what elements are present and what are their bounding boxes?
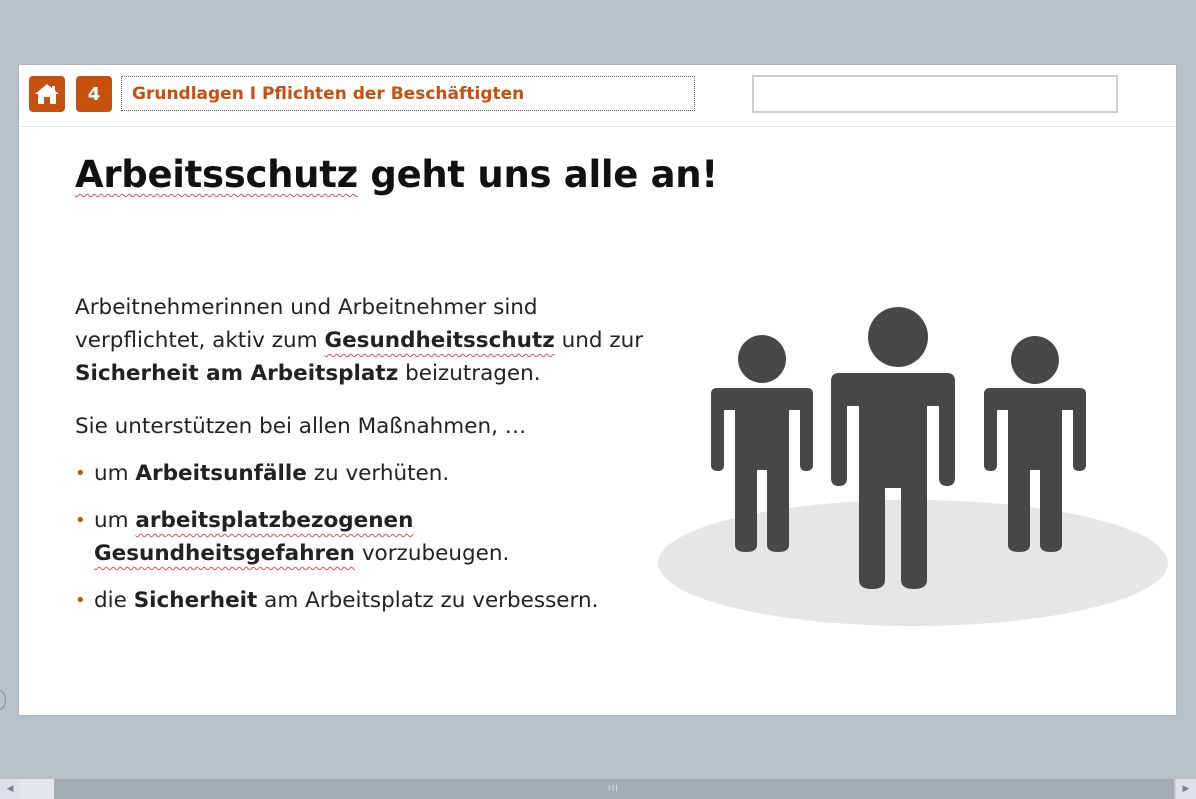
scrollbar-track[interactable] <box>20 779 54 799</box>
intro-text-2: und zur <box>554 328 644 353</box>
slide: 4 Grundlagen I Pflichten der Beschäftigt… <box>19 65 1176 715</box>
bullet-text-bold: Sicherheit <box>133 588 258 613</box>
bullet-icon: • <box>75 463 86 484</box>
list-item: • die Sicherheit am Arbeitsplatz zu verbe… <box>75 584 665 617</box>
home-icon <box>35 84 59 104</box>
bullet-list: • um Arbeitsunfälle zu verhüten. • um arbe… <box>75 457 665 617</box>
chapter-number-badge[interactable]: 4 <box>76 76 112 112</box>
list-item: • um arbeitsplatzbezogenen Gesundheitsgef… <box>75 504 665 570</box>
title-word-underlined: Arbeitsschutz <box>75 153 358 196</box>
chapter-title[interactable]: Grundlagen I Pflichten der Beschäftigten <box>121 76 695 111</box>
bullet-icon: • <box>75 590 86 611</box>
side-resize-handle[interactable] <box>0 690 6 710</box>
lead-paragraph: Sie unterstützen bei allen Maßnahmen, … <box>75 414 527 439</box>
horizontal-scrollbar[interactable]: ◀ III ▶ <box>0 779 1196 799</box>
intro-bold-2: Sicherheit am Arbeitsplatz <box>75 361 399 386</box>
list-item: • um Arbeitsunfälle zu verhüten. <box>75 457 665 490</box>
bullet-text-bold: Arbeitsunfälle <box>135 461 307 486</box>
bullet-text-pre: die <box>94 588 134 613</box>
search-input[interactable] <box>752 75 1118 113</box>
scroll-right-button[interactable]: ▶ <box>1176 779 1196 799</box>
intro-paragraph: Arbeitnehmerinnen und Arbeitnehmer sind … <box>75 291 665 390</box>
home-button[interactable] <box>29 76 65 112</box>
bullet-text-post: am Arbeitsplatz zu verbessern. <box>257 588 599 613</box>
bullet-text-post: zu verhüten. <box>306 461 450 486</box>
bullet-text-post: vorzubeugen. <box>355 541 510 566</box>
bullet-text-pre: um <box>94 461 136 486</box>
three-people-icon <box>658 307 1168 626</box>
title-rest: geht uns alle an! <box>357 153 718 196</box>
bullet-text-pre: um <box>94 508 136 533</box>
intro-bold-1: Gesundheitsschutz <box>324 328 555 353</box>
page-title: Arbeitsschutz geht uns alle an! <box>75 153 718 196</box>
slide-body: Arbeitnehmerinnen und Arbeitnehmer sind … <box>75 291 665 631</box>
bullet-icon: • <box>75 510 86 531</box>
slide-header: 4 Grundlagen I Pflichten der Beschäftigt… <box>19 65 1176 127</box>
scrollbar-grip-icon: III <box>608 784 619 794</box>
intro-text-3: beizutragen. <box>398 361 541 386</box>
scroll-left-button[interactable]: ◀ <box>0 779 20 799</box>
chapter-title-text: Grundlagen I Pflichten der Beschäftigten <box>132 83 525 104</box>
